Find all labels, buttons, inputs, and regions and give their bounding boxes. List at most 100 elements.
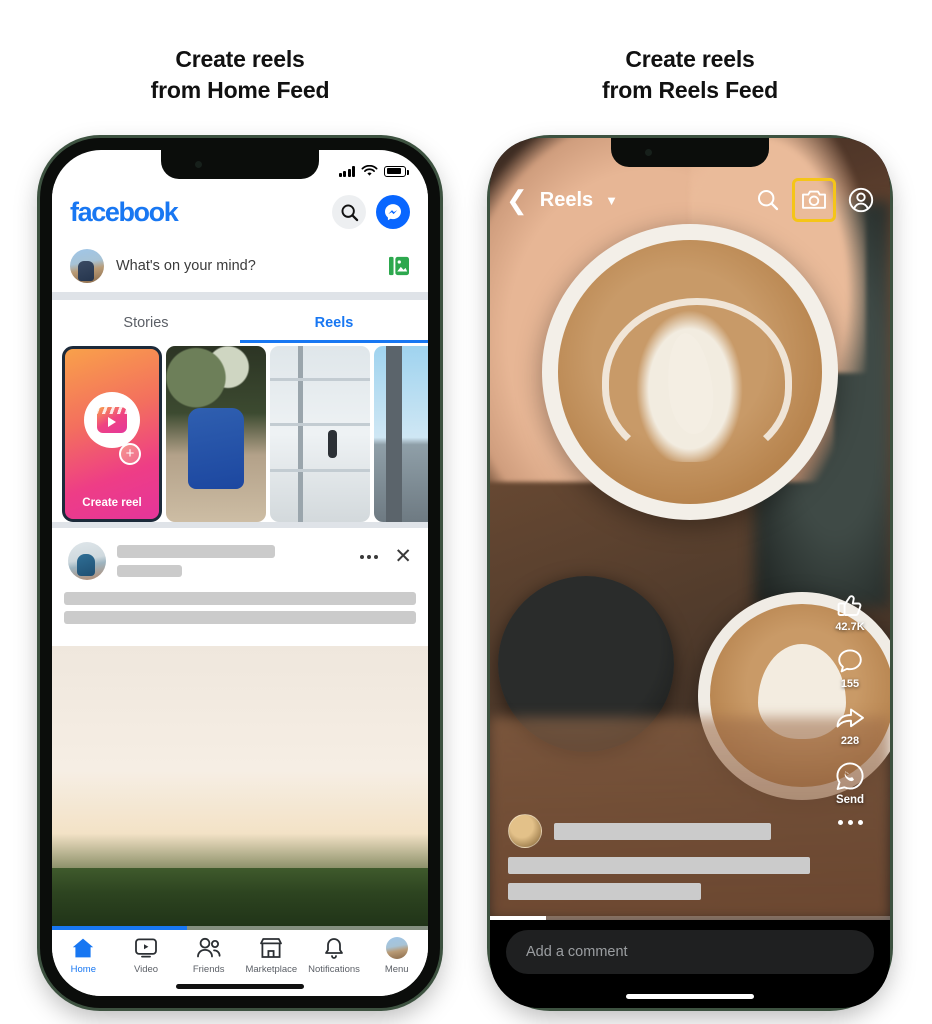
reel-action-rail: 42.7K 155 228 Send <box>824 590 876 825</box>
cellular-bars-icon <box>338 165 355 177</box>
field-horizon <box>52 867 428 930</box>
reels-carousel[interactable]: + Create reel <box>52 346 428 522</box>
home-icon <box>73 938 94 958</box>
thumbs-up-icon <box>837 595 862 616</box>
tab-reels-label: Reels <box>314 315 354 331</box>
reel-thumbnail-airport[interactable] <box>270 346 370 522</box>
reel-caption-line-1 <box>508 857 810 874</box>
more-options-icon <box>837 820 863 825</box>
search-icon[interactable] <box>756 188 780 212</box>
nav-item-notifications[interactable]: Notifications <box>303 937 366 975</box>
facebook-header: facebook <box>52 184 428 240</box>
battery-icon <box>384 165 409 177</box>
create-reel-label: Create reel <box>82 497 142 509</box>
nav-item-video-label: Video <box>133 964 159 975</box>
right-caption: Create reels from Reels Feed <box>490 44 890 106</box>
reel-author-row <box>508 814 810 848</box>
comment-input[interactable]: Add a comment <box>506 930 874 974</box>
avatar <box>70 249 104 283</box>
post-header: ✕ <box>52 528 428 588</box>
bell-icon <box>325 938 343 959</box>
reel-thumbnail-sky[interactable] <box>374 346 428 522</box>
post-text-placeholder <box>52 588 428 634</box>
search-button[interactable] <box>332 195 366 229</box>
nav-item-notifications-label: Notifications <box>308 964 360 975</box>
tab-stories[interactable]: Stories <box>52 303 240 343</box>
facebook-logo: facebook <box>70 196 179 227</box>
reels-header-right <box>756 178 874 222</box>
more-options-action[interactable] <box>837 820 863 825</box>
nav-item-friends-label: Friends <box>192 964 225 975</box>
reels-feed-screen: ❮ Reels ▼ 42.7K 155 228 Send Add a comme… <box>490 138 890 1008</box>
post-author-placeholder <box>117 542 349 577</box>
share-count: 228 <box>840 735 860 747</box>
reel-thumbnail-backpack[interactable] <box>166 346 266 522</box>
post-author-avatar[interactable] <box>68 542 106 580</box>
camera-button-highlighted[interactable] <box>792 178 836 222</box>
friends-icon <box>196 937 221 958</box>
front-camera-icon <box>645 149 652 156</box>
feed-tabs: Stories Reels <box>52 303 428 343</box>
chevron-down-icon[interactable]: ▼ <box>605 193 618 208</box>
latte-art <box>602 287 792 465</box>
coffee-cup-main <box>542 224 838 521</box>
header-icon-group <box>332 195 410 229</box>
left-caption-line2: from Home Feed <box>150 77 330 104</box>
send-icon <box>836 762 864 790</box>
reels-title: Reels <box>539 188 594 211</box>
camera-icon <box>802 190 826 209</box>
nav-item-marketplace-label: Marketplace <box>245 964 298 975</box>
more-options-icon[interactable] <box>360 554 379 559</box>
nav-item-menu[interactable]: Menu <box>365 937 428 975</box>
clapperboard-icon <box>97 407 127 434</box>
reels-header: ❮ Reels ▼ <box>490 172 890 228</box>
comment-icon <box>838 649 862 673</box>
home-feed-screen: facebook What's on your mind? Stories Re… <box>52 150 428 996</box>
close-icon[interactable]: ✕ <box>394 546 412 567</box>
crema-surface <box>558 240 822 504</box>
like-action[interactable]: 42.7K <box>835 590 865 633</box>
profile-icon[interactable] <box>848 187 874 213</box>
latte-art-leaf <box>662 330 718 436</box>
wifi-icon <box>361 165 378 176</box>
left-phone-frame: facebook What's on your mind? Stories Re… <box>40 138 440 1008</box>
nav-item-home[interactable]: Home <box>52 937 115 975</box>
reels-header-left: ❮ Reels ▼ <box>506 187 618 213</box>
tab-stories-label: Stories <box>123 315 169 331</box>
status-composer[interactable]: What's on your mind? <box>52 240 428 292</box>
reel-author-placeholder <box>554 822 772 840</box>
photo-library-icon[interactable] <box>388 256 410 276</box>
tab-reels[interactable]: Reels <box>240 303 428 343</box>
post-header-actions: ✕ <box>360 542 412 567</box>
left-caption: Create reels from Home Feed <box>40 44 440 106</box>
nav-item-home-label: Home <box>70 964 96 975</box>
create-reel-icon <box>84 392 140 449</box>
comment-bar: Add a comment <box>490 920 890 1008</box>
post-media-family-photo[interactable] <box>52 646 428 930</box>
nav-item-marketplace[interactable]: Marketplace <box>240 937 303 975</box>
right-phone-frame: ❮ Reels ▼ 42.7K 155 228 Send Add a comme… <box>490 138 890 1008</box>
reel-author-avatar[interactable] <box>508 814 542 848</box>
comment-count: 155 <box>840 678 860 690</box>
messenger-icon <box>385 204 401 221</box>
create-reel-card[interactable]: + Create reel <box>62 346 162 522</box>
feed-post: ✕ <box>52 528 428 930</box>
home-indicator[interactable] <box>176 984 304 989</box>
messenger-button[interactable] <box>376 195 410 229</box>
nav-item-video[interactable]: Video <box>115 937 178 975</box>
send-label: Send <box>835 794 865 806</box>
notch <box>161 150 319 179</box>
chevron-left-icon[interactable]: ❮ <box>506 187 528 213</box>
nav-item-menu-label: Menu <box>384 964 409 975</box>
menu-avatar-icon <box>385 937 408 959</box>
video-icon <box>135 938 157 958</box>
nav-item-friends[interactable]: Friends <box>177 937 240 975</box>
screenshot-root: Create reels from Home Feed Create reels… <box>0 0 932 1024</box>
right-caption-line1: Create reels <box>625 46 755 72</box>
play-icon <box>108 417 116 428</box>
comment-action[interactable]: 155 <box>836 647 864 690</box>
share-action[interactable]: 228 <box>835 704 865 747</box>
plus-badge-icon: + <box>119 442 141 465</box>
send-action[interactable]: Send <box>835 761 865 806</box>
home-indicator[interactable] <box>626 994 754 999</box>
